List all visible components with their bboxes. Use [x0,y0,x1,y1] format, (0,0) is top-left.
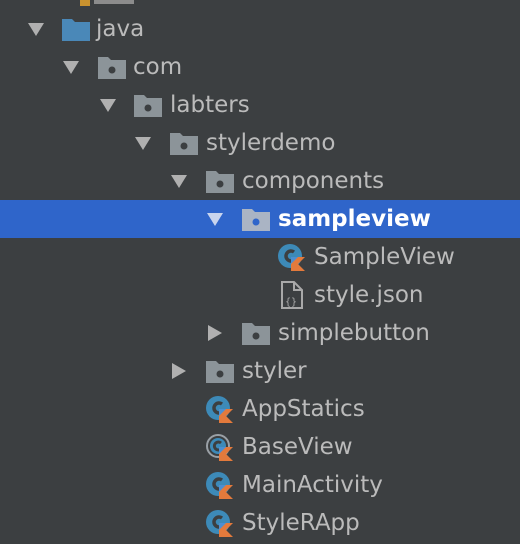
project-tree: java com labters stylerdemo components s… [0,0,520,544]
expand-arrow-icon[interactable] [62,59,80,75]
tree-item-label: components [242,168,385,194]
json-file-icon: {} [279,281,309,309]
tree-item-label: BaseView [242,434,353,460]
kotlin-abstract-class-icon [205,433,235,461]
tree-item-mainactivity[interactable]: MainActivity [0,466,520,504]
package-icon [205,357,235,385]
tree-item-labters[interactable]: labters [0,86,520,124]
expand-arrow-icon[interactable] [99,97,117,113]
kotlin-class-icon [205,471,235,499]
tree-item-label: StyleRApp [242,510,360,536]
tree-item-styler[interactable]: styler [0,352,520,390]
svg-text:{}: {} [285,297,297,308]
tree-item-appstatics[interactable]: AppStatics [0,390,520,428]
tree-item-components[interactable]: components [0,162,520,200]
tree-item-label: labters [170,92,250,118]
expand-arrow-icon[interactable] [170,173,188,189]
package-icon [205,167,235,195]
tree-item-stylerapp[interactable]: StyleRApp [0,504,520,542]
tree-item-label: style.json [314,282,424,308]
tree-item-baseview[interactable]: BaseView [0,428,520,466]
kotlin-class-icon [205,395,235,423]
package-icon [169,129,199,157]
tree-item-label: java [96,16,145,42]
collapse-arrow-icon[interactable] [170,363,188,379]
collapse-arrow-icon[interactable] [206,325,224,341]
package-icon [241,319,271,347]
package-icon [133,91,163,119]
tree-item-com[interactable]: com [0,48,520,86]
package-icon [97,53,127,81]
tree-item-java[interactable]: java [0,10,520,48]
tree-item-label: simplebutton [278,320,430,346]
tree-item-simplebutton[interactable]: simplebutton [0,314,520,352]
tree-item-label: MainActivity [242,472,383,498]
expand-arrow-icon[interactable] [134,135,152,151]
tree-item-sampleview[interactable]: sampleview [0,200,520,238]
expand-arrow-icon[interactable] [206,211,224,227]
package-icon [241,205,271,233]
tree-item-style-json[interactable]: {} style.json [0,276,520,314]
tree-item-sampleview-class[interactable]: SampleView [0,238,520,276]
partial-file-icon [80,0,140,6]
tree-item-label: stylerdemo [206,130,336,156]
source-folder-icon [61,15,91,43]
expand-arrow-icon[interactable] [27,21,45,37]
tree-item-label: com [133,54,183,80]
kotlin-class-icon [277,243,307,271]
kotlin-class-icon [205,509,235,537]
tree-item-label: SampleView [314,244,455,270]
tree-item-label: styler [242,358,307,384]
tree-item-label: AppStatics [242,396,365,422]
tree-item-stylerdemo[interactable]: stylerdemo [0,124,520,162]
tree-item-label: sampleview [278,206,431,232]
